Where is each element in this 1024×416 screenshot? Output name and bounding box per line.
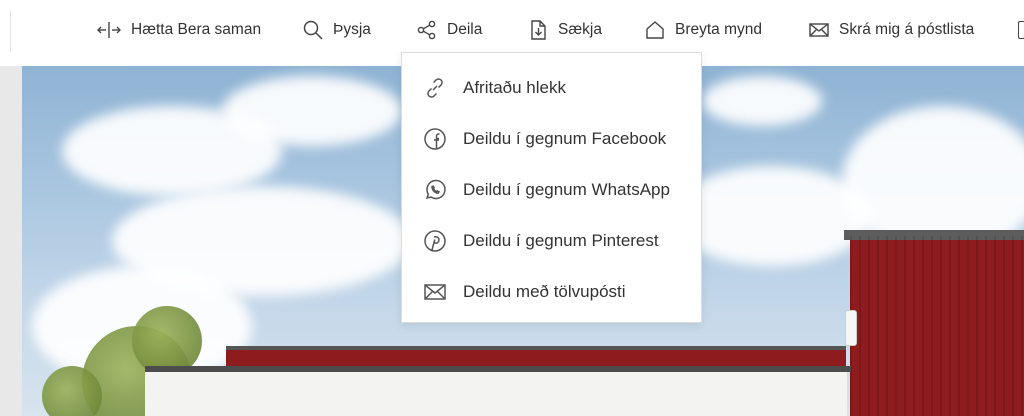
zoom-label: Þysja: [333, 21, 371, 38]
share-pinterest-item[interactable]: Deildu í gegnum Pinterest: [402, 221, 701, 261]
panel-icon: [1018, 21, 1024, 39]
stop-compare-label: Hætta Bera saman: [131, 21, 262, 38]
newsletter-signup-label: Skrá mig á póstlista: [839, 21, 975, 38]
share-label: Deila: [447, 21, 483, 38]
download-button[interactable]: Sækja: [527, 17, 602, 43]
home-outline-icon: [646, 21, 664, 39]
mail-icon: [809, 23, 829, 37]
whatsapp-icon: [423, 178, 447, 202]
share-icon: [417, 20, 436, 40]
share-pinterest-label: Deildu í gegnum Pinterest: [463, 231, 659, 250]
zoom-button[interactable]: Þysja: [302, 17, 371, 43]
share-facebook-label: Deildu í gegnum Facebook: [463, 129, 667, 148]
share-menu: Afritaðu hlekk Deildu í gegnum Facebook …: [401, 52, 702, 323]
left-gutter: [0, 66, 22, 416]
edit-image-button[interactable]: Breyta mynd: [644, 17, 762, 43]
link-icon: [423, 76, 447, 100]
download-label: Sækja: [558, 21, 602, 38]
newsletter-signup-button[interactable]: Skrá mig á póstlista: [808, 17, 974, 43]
magnifier-icon: [303, 20, 323, 40]
red-building: [844, 230, 1024, 416]
copy-link-item[interactable]: Afritaðu hlekk: [402, 68, 701, 108]
stop-compare-button[interactable]: Hætta Bera saman: [96, 17, 261, 43]
edit-image-label: Breyta mynd: [675, 21, 763, 38]
copy-link-label: Afritaðu hlekk: [463, 78, 566, 97]
share-email-item[interactable]: Deildu með tölvupósti: [402, 272, 701, 312]
share-whatsapp-label: Deildu í gegnum WhatsApp: [463, 180, 670, 199]
compare-arrows-icon: [97, 22, 121, 38]
facebook-icon: [423, 127, 447, 151]
wall-lamp: [845, 310, 857, 346]
more-options-button[interactable]: [1018, 17, 1024, 43]
pinterest-icon: [423, 229, 447, 253]
share-facebook-item[interactable]: Deildu í gegnum Facebook: [402, 119, 701, 159]
download-file-icon: [531, 20, 546, 40]
white-wall: [145, 366, 851, 416]
share-button[interactable]: Deila: [416, 17, 482, 43]
mail-icon: [423, 280, 447, 304]
toolbar-divider: [10, 10, 11, 52]
share-email-label: Deildu með tölvupósti: [463, 282, 626, 301]
share-whatsapp-item[interactable]: Deildu í gegnum WhatsApp: [402, 170, 701, 210]
